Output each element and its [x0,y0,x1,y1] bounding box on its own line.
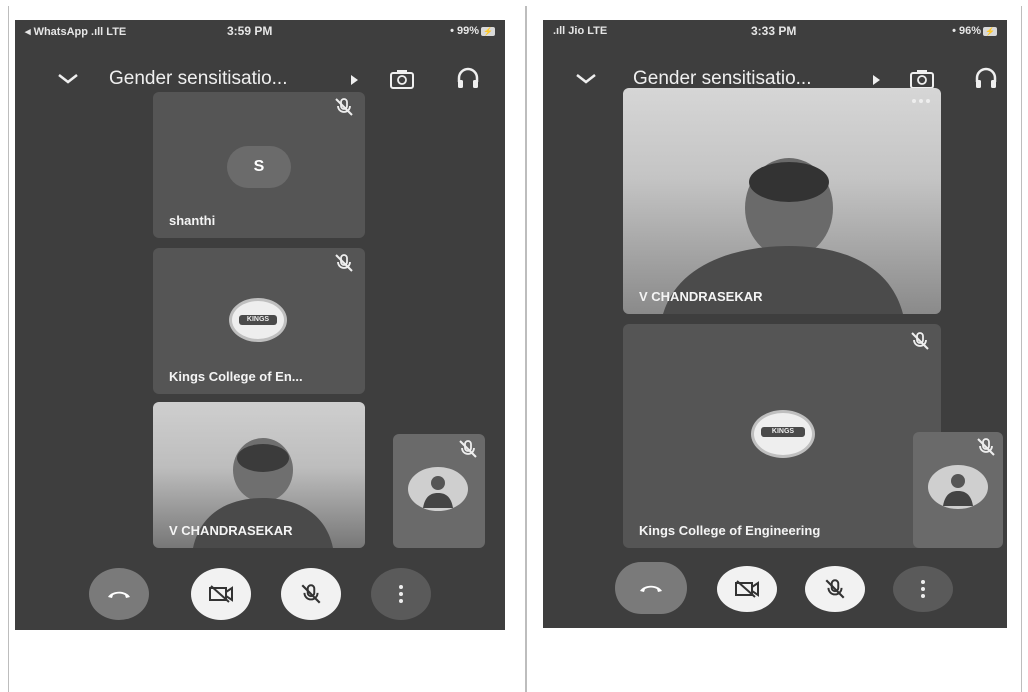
college-logo: KINGS [751,410,815,458]
battery-label: • 99% ⚡ [450,25,495,37]
end-call-button[interactable] [89,568,149,620]
camera-switch-icon[interactable] [909,68,935,90]
mic-off-icon [977,438,995,456]
phone-hangup-icon [108,591,130,598]
phone-hangup-icon [640,585,662,592]
self-view-tile[interactable] [393,434,485,548]
camera-toggle-button[interactable] [717,566,777,612]
mic-toggle-button[interactable] [805,566,865,612]
participant-tile[interactable]: S shanthi [153,92,365,238]
participant-name: Kings College of Engineering [639,523,821,538]
self-view-tile[interactable] [913,432,1003,548]
carrier-label: .ıll Jio LTE [553,25,608,37]
participant-name: V CHANDRASEKAR [169,523,293,538]
more-options-button[interactable] [371,568,431,620]
more-options-button[interactable] [893,566,953,612]
status-time: 3:33 PM [751,24,797,38]
status-bar: ◂ WhatsApp .ıll LTE 3:59 PM • 99% ⚡ [15,20,505,42]
college-logo: KINGS [229,298,287,342]
more-vertical-icon [399,585,403,603]
battery-icon: ⚡ [481,26,495,36]
participant-tile[interactable]: KINGS Kings College of En... [153,248,365,394]
mic-off-icon [825,579,845,599]
headphones-icon[interactable] [973,66,999,92]
camera-off-icon [735,580,759,598]
participant-name: V CHANDRASEKAR [639,289,763,304]
mic-off-icon [335,254,353,272]
mic-off-icon [911,332,929,350]
meeting-title[interactable]: Gender sensitisatio... [109,68,287,90]
end-call-button[interactable] [615,562,687,614]
participant-video-tile[interactable]: V CHANDRASEKAR [153,402,365,548]
participant-name: shanthi [169,213,216,228]
participant-video-tile[interactable]: V CHANDRASEKAR [623,88,941,314]
mic-off-icon [301,584,321,604]
chevron-down-icon[interactable] [55,68,81,88]
headphones-icon[interactable] [455,66,481,92]
avatar: S [227,146,291,188]
self-view-avatar [928,465,988,509]
camera-switch-icon[interactable] [389,68,415,90]
camera-off-icon [209,585,233,603]
right-phone-screen: .ıll Jio LTE 3:33 PM • 96% ⚡ Gender sensi… [543,20,1007,628]
participant-name: Kings College of En... [169,369,303,384]
more-horizontal-icon[interactable] [911,98,931,104]
status-bar: .ıll Jio LTE 3:33 PM • 96% ⚡ [543,20,1007,42]
more-vertical-icon [921,580,925,598]
left-phone-screen: ◂ WhatsApp .ıll LTE 3:59 PM • 99% ⚡ Gende… [15,20,505,630]
mic-toggle-button[interactable] [281,568,341,620]
chevron-down-icon[interactable] [573,68,599,88]
carrier-label: ◂ WhatsApp .ıll LTE [25,26,127,38]
participant-tile[interactable]: KINGS Kings College of Engineering [623,324,941,548]
self-view-avatar [408,467,468,511]
caret-right-icon[interactable] [871,74,881,86]
caret-right-icon[interactable] [349,74,359,86]
camera-toggle-button[interactable] [191,568,251,620]
status-time: 3:59 PM [227,24,273,38]
mic-off-icon [459,440,477,458]
mic-off-icon [335,98,353,116]
battery-label: • 96% ⚡ [952,25,997,37]
battery-icon: ⚡ [983,26,997,36]
meeting-title[interactable]: Gender sensitisatio... [633,68,811,90]
